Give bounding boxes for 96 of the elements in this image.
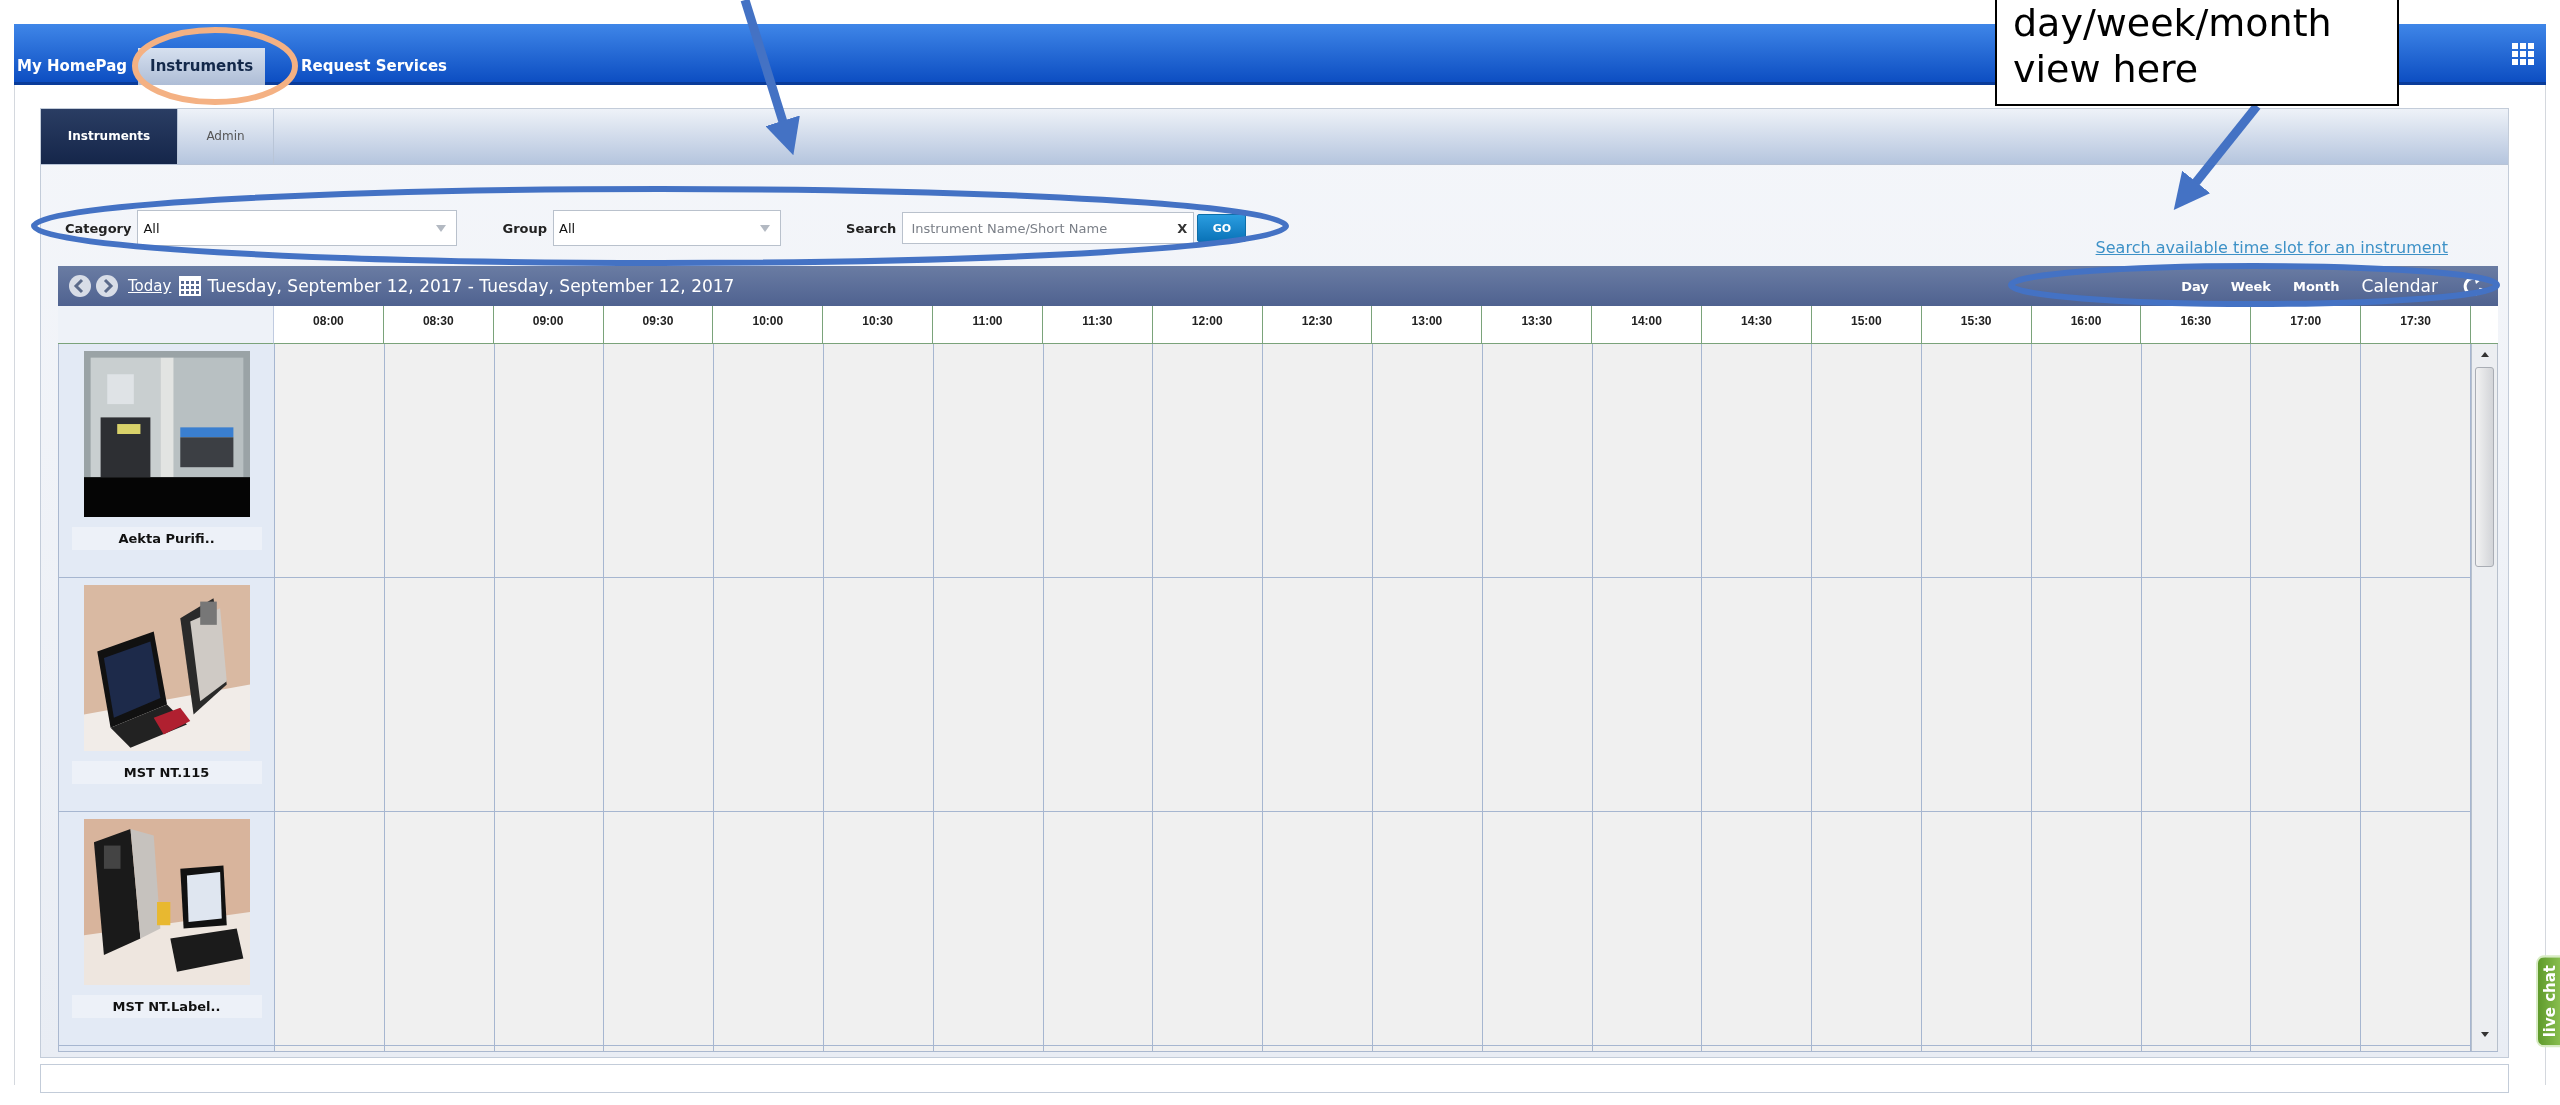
time-slot[interactable] xyxy=(2031,344,2142,577)
dropdown[interactable]: All xyxy=(137,210,458,246)
time-slot[interactable] xyxy=(604,812,715,1045)
search-field[interactable]: Instrument Name/Short Name X xyxy=(902,212,1195,244)
time-slot[interactable] xyxy=(384,578,495,811)
time-slot[interactable] xyxy=(275,344,385,577)
scrollbar[interactable] xyxy=(2471,344,2498,1051)
dropdown-value: All xyxy=(559,220,576,236)
time-slot[interactable] xyxy=(1922,578,2032,811)
view-button[interactable]: Week xyxy=(2230,278,2271,294)
time-slot[interactable] xyxy=(1043,344,1154,577)
time-slot[interactable] xyxy=(2361,812,2471,1045)
time-slot[interactable] xyxy=(1702,578,1813,811)
time-slot[interactable] xyxy=(384,812,495,1045)
clear-button[interactable]: X xyxy=(1177,220,1188,236)
time-slot[interactable] xyxy=(2361,344,2471,577)
time-slot[interactable] xyxy=(824,344,934,577)
calendar-icon[interactable] xyxy=(179,276,202,296)
time-slot[interactable] xyxy=(714,812,824,1045)
time-slot[interactable] xyxy=(2251,812,2362,1045)
apps-grid-icon[interactable] xyxy=(2512,43,2534,65)
time-slot[interactable] xyxy=(1592,344,1703,577)
caret-icon xyxy=(760,224,771,232)
time-slot[interactable] xyxy=(1043,812,1154,1045)
next-icon[interactable] xyxy=(95,274,119,298)
time-slot[interactable] xyxy=(933,812,1044,1045)
view-button[interactable]: Month xyxy=(2292,278,2340,294)
time-slot[interactable] xyxy=(933,344,1044,577)
time-slot[interactable] xyxy=(2031,812,2142,1045)
time-slot[interactable] xyxy=(494,344,605,577)
time-slot[interactable] xyxy=(1812,578,1922,811)
nav-tab[interactable]: Instruments xyxy=(138,48,266,85)
scroll-up-icon xyxy=(2480,352,2489,357)
filter-label: Search xyxy=(846,220,897,236)
time-slot[interactable] xyxy=(2141,578,2252,811)
time-slot[interactable] xyxy=(1482,344,1593,577)
nav-tab[interactable]: Request Services xyxy=(301,48,454,85)
time-slot[interactable] xyxy=(1373,578,1483,811)
instrument-name[interactable]: Aekta Purifi.. xyxy=(71,527,262,550)
time-slot[interactable] xyxy=(1153,344,1264,577)
scroll-down-icon xyxy=(2480,1032,2489,1037)
time-slot[interactable] xyxy=(824,578,934,811)
view-button[interactable]: Day xyxy=(2181,278,2209,294)
time-slot[interactable] xyxy=(1592,812,1703,1045)
time-slot[interactable] xyxy=(2141,812,2252,1045)
time-slot[interactable] xyxy=(275,812,385,1045)
instrument-name[interactable]: MST NT.Label.. xyxy=(71,995,262,1018)
nav-tab[interactable]: My HomePag xyxy=(14,48,135,85)
caret-icon xyxy=(436,224,447,232)
time-slot[interactable] xyxy=(1922,344,2032,577)
time-slot[interactable] xyxy=(824,812,934,1045)
time-slot[interactable] xyxy=(2251,578,2362,811)
filter-label: Group xyxy=(502,220,548,236)
time-slot[interactable] xyxy=(1153,578,1264,811)
time-slot[interactable] xyxy=(1263,344,1373,577)
time-slot[interactable] xyxy=(1922,812,2032,1045)
time-slot[interactable] xyxy=(494,578,605,811)
time-slot[interactable] xyxy=(1482,812,1593,1045)
annotation-callout: day/week/month view here xyxy=(1995,0,2399,106)
time-slot[interactable] xyxy=(384,344,495,577)
today-link[interactable]: Today xyxy=(128,277,172,295)
instrument-name[interactable]: MST NT.115 xyxy=(71,761,262,784)
availability-link[interactable]: Search available time slot for an instrument xyxy=(2095,238,2448,258)
time-slot[interactable] xyxy=(1373,344,1483,577)
go-button[interactable]: GO xyxy=(1197,214,1247,242)
dropdown-value: All xyxy=(143,220,160,236)
time-slot[interactable] xyxy=(933,578,1044,811)
filter-label: Category xyxy=(65,220,132,236)
view-button[interactable]: Calendar xyxy=(2361,276,2438,296)
time-slot[interactable] xyxy=(1482,578,1593,811)
scrollbar-thumb[interactable] xyxy=(2475,367,2494,567)
time-slot[interactable] xyxy=(275,578,385,811)
time-slot[interactable] xyxy=(1263,812,1373,1045)
time-slot[interactable] xyxy=(1592,578,1703,811)
dropdown[interactable]: All xyxy=(553,210,782,246)
date-range: Tuesday, September 12, 2017 - Tuesday, September 12, 2017 xyxy=(207,276,735,296)
time-slot[interactable] xyxy=(604,344,715,577)
time-slot[interactable] xyxy=(604,578,715,811)
time-slot[interactable] xyxy=(2251,344,2362,577)
time-slot[interactable] xyxy=(1812,344,1922,577)
time-slot[interactable] xyxy=(1702,344,1813,577)
time-slot[interactable] xyxy=(1043,578,1154,811)
time-slot[interactable] xyxy=(2361,578,2471,811)
time-slot[interactable] xyxy=(1702,812,1813,1045)
time-slot[interactable] xyxy=(714,578,824,811)
time-slot[interactable] xyxy=(1263,578,1373,811)
tab[interactable]: Admin xyxy=(178,109,274,164)
time-slot[interactable] xyxy=(2031,578,2142,811)
time-slot[interactable] xyxy=(1812,812,1922,1045)
tab[interactable]: Instruments xyxy=(41,109,178,164)
time-slot[interactable] xyxy=(1153,812,1264,1045)
time-slot[interactable] xyxy=(494,812,605,1045)
previous-icon[interactable] xyxy=(68,274,92,298)
time-slot[interactable] xyxy=(1373,812,1483,1045)
time-slot[interactable] xyxy=(714,344,824,577)
time-slot[interactable] xyxy=(2141,344,2252,577)
